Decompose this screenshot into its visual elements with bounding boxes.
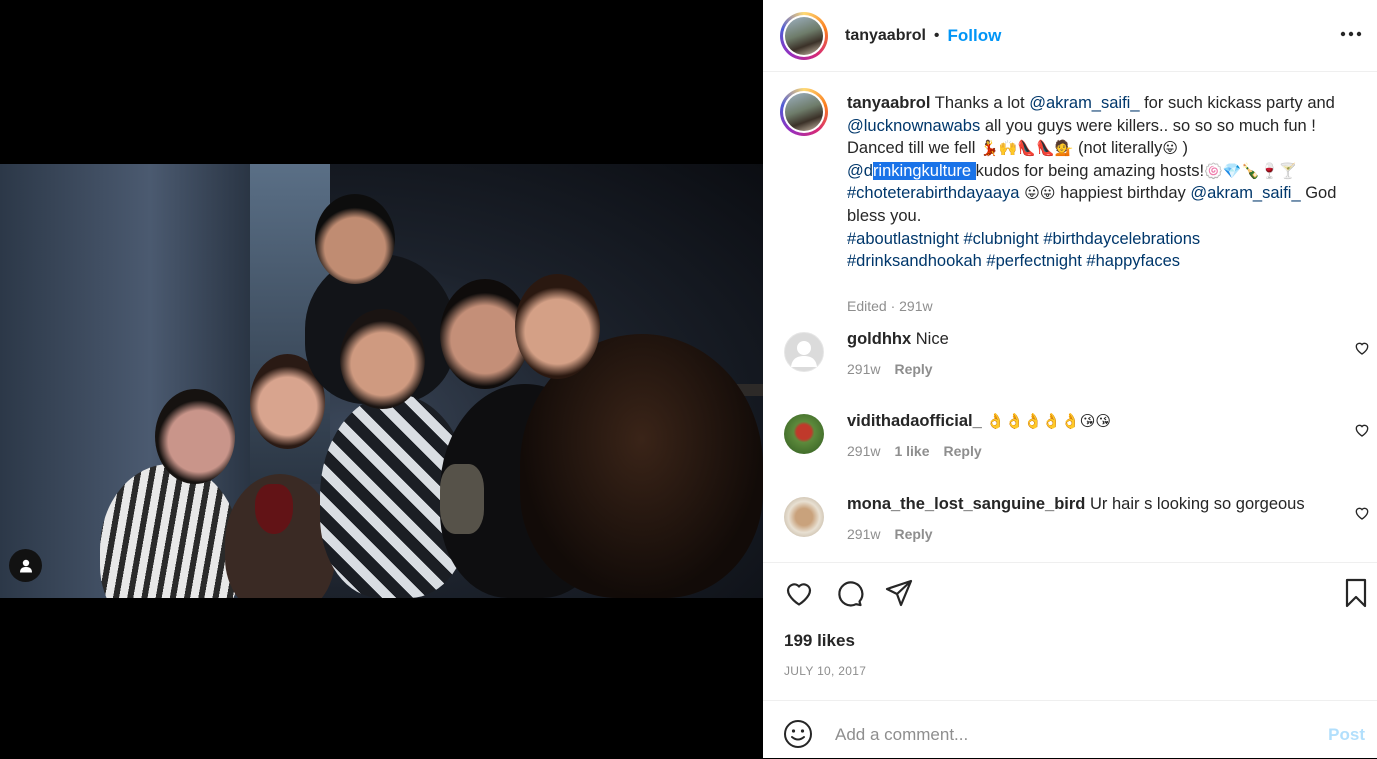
caption-avatar[interactable]	[780, 88, 828, 136]
comment-input[interactable]	[833, 717, 1307, 753]
avatar-image	[785, 16, 823, 55]
hashtag-link[interactable]: #choteterabirthdayaaya	[847, 184, 1019, 202]
caption-text: tanyaabrol Thanks a lot @akram_saifi_ fo…	[847, 94, 1337, 271]
follow-button[interactable]: Follow	[948, 26, 1002, 46]
post-date[interactable]: JULY 10, 2017	[784, 664, 866, 678]
wine-glass	[255, 484, 293, 534]
mention-link[interactable]: @lucknownawabs	[847, 117, 980, 135]
caption-username[interactable]: tanyaabrol	[847, 94, 930, 112]
post-header: tanyaabrol • Follow	[763, 0, 1377, 72]
reply-button[interactable]: Reply	[894, 361, 932, 377]
smiley-icon[interactable]	[783, 719, 813, 749]
bookmark-icon[interactable]	[1340, 577, 1372, 609]
likes-count[interactable]: 199 likes	[784, 631, 855, 651]
comments-scroll-area[interactable]: tanyaabrol Thanks a lot @akram_saifi_ fo…	[763, 72, 1377, 562]
comment-like-icon[interactable]	[1354, 340, 1370, 356]
comment-age: 291w	[847, 361, 881, 377]
add-comment-bar: Post	[763, 700, 1377, 759]
separator-dot: •	[933, 26, 940, 44]
reply-button[interactable]: Reply	[894, 526, 932, 542]
comment-avatar[interactable]	[784, 332, 824, 372]
comment-item: mona_the_lost_sanguine_bird Ur hair s lo…	[780, 493, 1370, 553]
comment-avatar[interactable]	[784, 414, 824, 454]
comment-item: vidithadaofficial_ 👌👌👌👌👌😘😘 291w 1 like Rep…	[780, 410, 1370, 470]
comment-item: goldhhx Nice 291w Reply	[780, 328, 1370, 388]
comment-username[interactable]: goldhhx	[847, 330, 911, 348]
reply-button[interactable]: Reply	[944, 443, 982, 459]
action-bar	[763, 572, 1377, 618]
comment-avatar[interactable]	[784, 497, 824, 537]
heart-icon[interactable]	[783, 577, 815, 609]
post-comment-button[interactable]: Post	[1328, 725, 1365, 745]
comment-like-count[interactable]: 1 like	[894, 443, 929, 459]
avatar[interactable]	[780, 11, 828, 60]
header-username[interactable]: tanyaabrol	[845, 27, 926, 45]
comment-text: Nice	[915, 330, 949, 348]
photo-person-head	[515, 274, 600, 379]
more-options-icon[interactable]	[1339, 22, 1363, 46]
comment-icon[interactable]	[833, 577, 865, 609]
user-icon	[19, 559, 32, 572]
post-media-area	[0, 0, 763, 758]
post-photo[interactable]	[0, 164, 763, 598]
comment-text: 👌👌👌👌👌😘😘	[986, 412, 1112, 430]
post-sidebar: tanyaabrol • Follow tanyaabrol Thanks a …	[763, 0, 1377, 758]
tagged-users-button[interactable]	[9, 549, 42, 582]
comment-age: 291w	[847, 526, 881, 542]
mention-link[interactable]: @akram_saifi_	[1190, 184, 1300, 202]
caption-emojis: 💃🙌👠👠💁	[979, 139, 1074, 158]
comment-username[interactable]: vidithadaofficial_	[847, 412, 982, 430]
mention-link[interactable]: @drinkingkulture	[847, 161, 976, 180]
comment-like-icon[interactable]	[1354, 422, 1370, 438]
avatar-image	[785, 93, 823, 131]
hashtag-links[interactable]: #drinksandhookah #perfectnight #happyfac…	[847, 252, 1180, 270]
comment-username[interactable]: mona_the_lost_sanguine_bird	[847, 495, 1085, 513]
selected-text: rinkingkulture	[872, 161, 976, 180]
photo-person-head	[340, 309, 425, 409]
photo-person-head	[315, 194, 395, 284]
hashtag-links[interactable]: #aboutlastnight #clubnight #birthdaycele…	[847, 230, 1200, 248]
photo-person-head	[155, 389, 235, 484]
share-icon[interactable]	[883, 577, 915, 609]
caption-meta: Edited · 291w	[847, 298, 933, 314]
champagne-glass	[440, 464, 484, 534]
comment-age: 291w	[847, 443, 881, 459]
comment-text: Ur hair s looking so gorgeous	[1089, 495, 1305, 513]
divider	[763, 562, 1377, 563]
comment-like-icon[interactable]	[1354, 505, 1370, 521]
mention-link[interactable]: @akram_saifi_	[1029, 94, 1139, 112]
